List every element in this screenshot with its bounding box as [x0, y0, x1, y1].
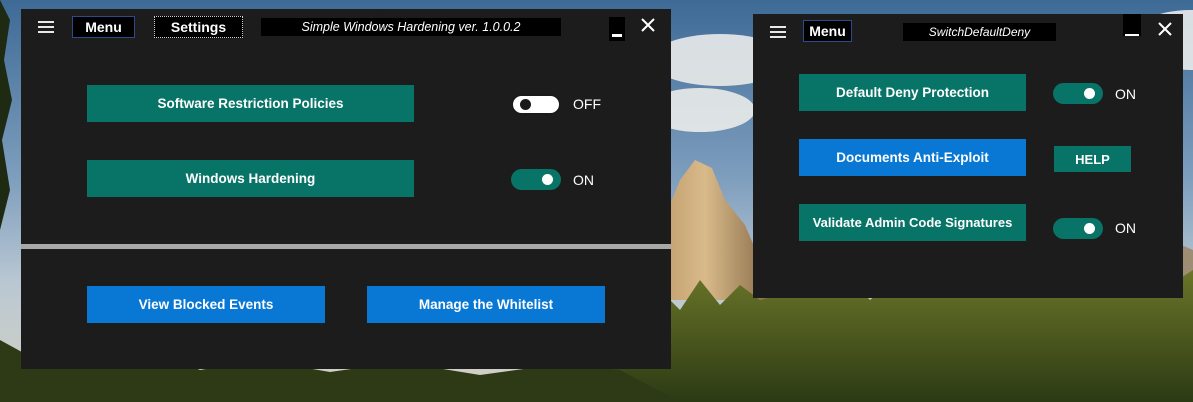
- minimize-button[interactable]: [1123, 14, 1141, 36]
- toggle-knob: [1084, 223, 1095, 234]
- toggle-knob: [542, 174, 553, 185]
- minimize-icon: [1125, 34, 1139, 36]
- default-deny-protection-state: ON: [1115, 86, 1136, 102]
- section-divider: [21, 244, 671, 249]
- view-blocked-events-button[interactable]: View Blocked Events: [87, 286, 325, 323]
- windows-hardening-toggle[interactable]: [511, 169, 561, 190]
- menu-button[interactable]: Menu: [803, 20, 852, 42]
- software-restriction-policies-state: OFF: [573, 96, 601, 112]
- validate-admin-code-signatures-toggle[interactable]: [1053, 218, 1103, 239]
- validate-admin-code-signatures-button[interactable]: Validate Admin Code Signatures: [799, 204, 1026, 241]
- software-restriction-policies-button[interactable]: Software Restriction Policies: [87, 85, 414, 122]
- windows-hardening-state: ON: [573, 172, 594, 188]
- switch-default-deny-window: Menu SwitchDefaultDeny Default Deny Prot…: [753, 14, 1183, 298]
- toggle-knob: [520, 99, 531, 110]
- minimize-button[interactable]: [609, 17, 625, 41]
- validate-admin-code-signatures-state: ON: [1115, 220, 1136, 236]
- windows-hardening-button[interactable]: Windows Hardening: [87, 160, 414, 197]
- software-restriction-policies-toggle[interactable]: [511, 94, 561, 115]
- menu-button[interactable]: Menu: [72, 16, 135, 38]
- manage-whitelist-button[interactable]: Manage the Whitelist: [367, 286, 605, 323]
- window-title: SwitchDefaultDeny: [903, 23, 1056, 41]
- window-title: Simple Windows Hardening ver. 1.0.0.2: [261, 18, 561, 36]
- hamburger-icon[interactable]: [38, 21, 54, 33]
- toggle-knob: [1084, 88, 1095, 99]
- close-icon[interactable]: [639, 16, 657, 34]
- settings-button[interactable]: Settings: [154, 16, 243, 38]
- default-deny-protection-button[interactable]: Default Deny Protection: [799, 74, 1026, 111]
- documents-anti-exploit-button[interactable]: Documents Anti-Exploit: [799, 139, 1026, 176]
- hamburger-icon[interactable]: [770, 26, 786, 38]
- help-button[interactable]: HELP: [1054, 146, 1131, 172]
- close-icon[interactable]: [1156, 20, 1174, 38]
- main-window: Menu Settings Simple Windows Hardening v…: [21, 9, 671, 369]
- minimize-icon: [612, 34, 622, 37]
- default-deny-protection-toggle[interactable]: [1053, 83, 1103, 104]
